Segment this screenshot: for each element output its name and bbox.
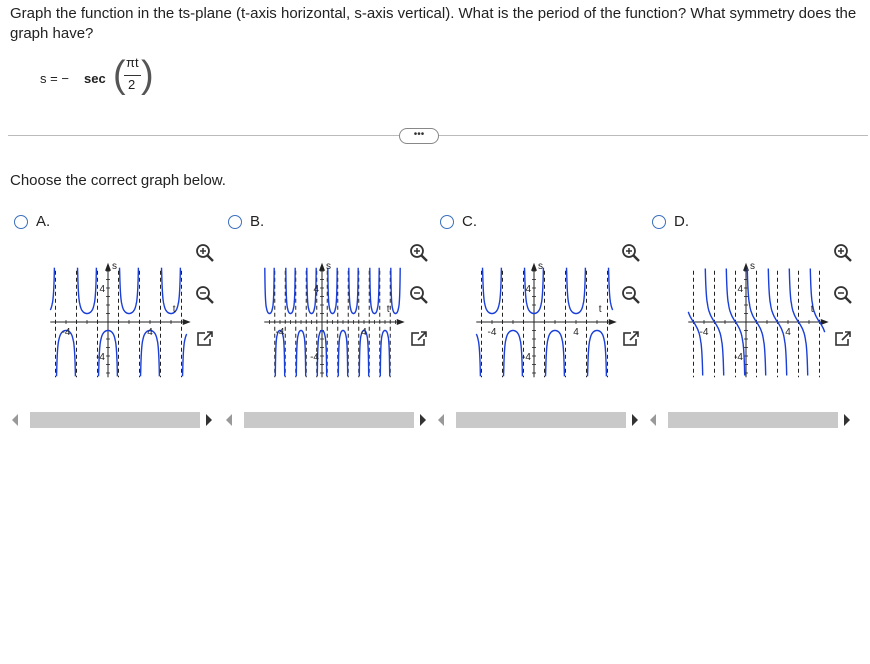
scroll-track[interactable] [30,412,200,428]
graph-scrollbar-4[interactable] [648,409,850,431]
x-axis-label: t [599,304,602,315]
y-axis-arrow [319,262,325,271]
graph-scrollbar-1[interactable] [10,409,212,431]
function-formula: s = − sec ( πt 2 ) [40,52,180,104]
option-radio-3[interactable] [440,215,454,229]
y-axis-label: s [750,261,755,272]
x-tick-label-neg: -4 [488,327,497,338]
scroll-track[interactable] [456,412,626,428]
scroll-track[interactable] [244,412,414,428]
x-tick-label-pos: 4 [147,327,153,338]
x-axis-arrow [608,319,617,325]
formula-lhs: s = − [40,71,69,86]
fraction-bar [124,75,141,76]
formula-function: sec [84,71,106,86]
x-axis-label: t [811,304,814,315]
x-tick-label-neg: -4 [62,327,71,338]
option-label-1: A. [36,213,51,230]
x-axis-arrow [396,319,405,325]
zoom-in-icon[interactable] [621,243,641,263]
scroll-left-icon[interactable] [12,414,18,426]
x-axis-label: t [387,304,390,315]
option-label-3: C. [462,213,477,230]
x-tick-label-neg: -4 [276,327,285,338]
option-graph-4[interactable]: s t 4 -4 4 -4 [670,232,829,392]
option-radio-4[interactable] [652,215,666,229]
scroll-left-icon[interactable] [650,414,656,426]
y-axis-label: s [326,261,331,272]
y-axis-arrow [105,262,111,271]
expand-icon[interactable] [621,329,641,349]
y-tick-label-pos: 4 [313,284,319,295]
expand-icon[interactable] [833,329,853,349]
zoom-out-icon[interactable] [621,285,641,305]
right-paren: ) [141,54,154,96]
graph-scrollbar-2[interactable] [224,409,426,431]
x-tick-label-pos: 4 [785,327,791,338]
scroll-right-icon[interactable] [206,414,212,426]
y-axis-arrow [743,262,749,271]
option-label-4: D. [674,213,689,230]
y-tick-label-pos: 4 [99,284,105,295]
scroll-right-icon[interactable] [420,414,426,426]
y-tick-label-pos: 4 [525,284,531,295]
zoom-in-icon[interactable] [195,243,215,263]
x-axis-label: t [173,304,176,315]
option-label-2: B. [250,213,265,230]
x-tick-label-pos: 4 [573,327,579,338]
expand-icon[interactable] [409,329,429,349]
zoom-out-icon[interactable] [833,285,853,305]
zoom-in-icon[interactable] [409,243,429,263]
scroll-right-icon[interactable] [844,414,850,426]
formula-denominator: 2 [128,77,136,92]
choose-prompt: Choose the correct graph below. [10,172,226,189]
x-axis-arrow [182,319,191,325]
scroll-right-icon[interactable] [632,414,638,426]
y-axis-label: s [538,261,543,272]
scroll-left-icon[interactable] [438,414,444,426]
zoom-in-icon[interactable] [833,243,853,263]
zoom-out-icon[interactable] [195,285,215,305]
y-tick-label-neg: -4 [522,352,531,363]
y-axis-arrow [531,262,537,271]
x-axis-arrow [820,319,829,325]
x-tick-label-neg: -4 [700,327,709,338]
expand-icon[interactable] [195,329,215,349]
scroll-left-icon[interactable] [226,414,232,426]
y-tick-label-neg: -4 [310,352,319,363]
y-tick-label-neg: -4 [734,352,743,363]
option-graph-1[interactable]: s t 4 -4 4 -4 [32,232,191,392]
zoom-out-icon[interactable] [409,285,429,305]
option-radio-2[interactable] [228,215,242,229]
question-text: Graph the function in the ts-plane (t-ax… [10,5,857,42]
formula-numerator: πt [126,55,139,70]
graph-scrollbar-3[interactable] [436,409,638,431]
x-tick-label-pos: 4 [361,327,367,338]
y-tick-label-pos: 4 [737,284,743,295]
option-radio-1[interactable] [14,215,28,229]
y-tick-label-neg: -4 [96,352,105,363]
option-graph-2[interactable]: s t 4 -4 4 -4 [246,232,405,392]
scroll-track[interactable] [668,412,838,428]
option-graph-3[interactable]: s t 4 -4 4 -4 [458,232,617,392]
y-axis-label: s [112,261,117,272]
more-button[interactable]: ••• [399,128,439,144]
